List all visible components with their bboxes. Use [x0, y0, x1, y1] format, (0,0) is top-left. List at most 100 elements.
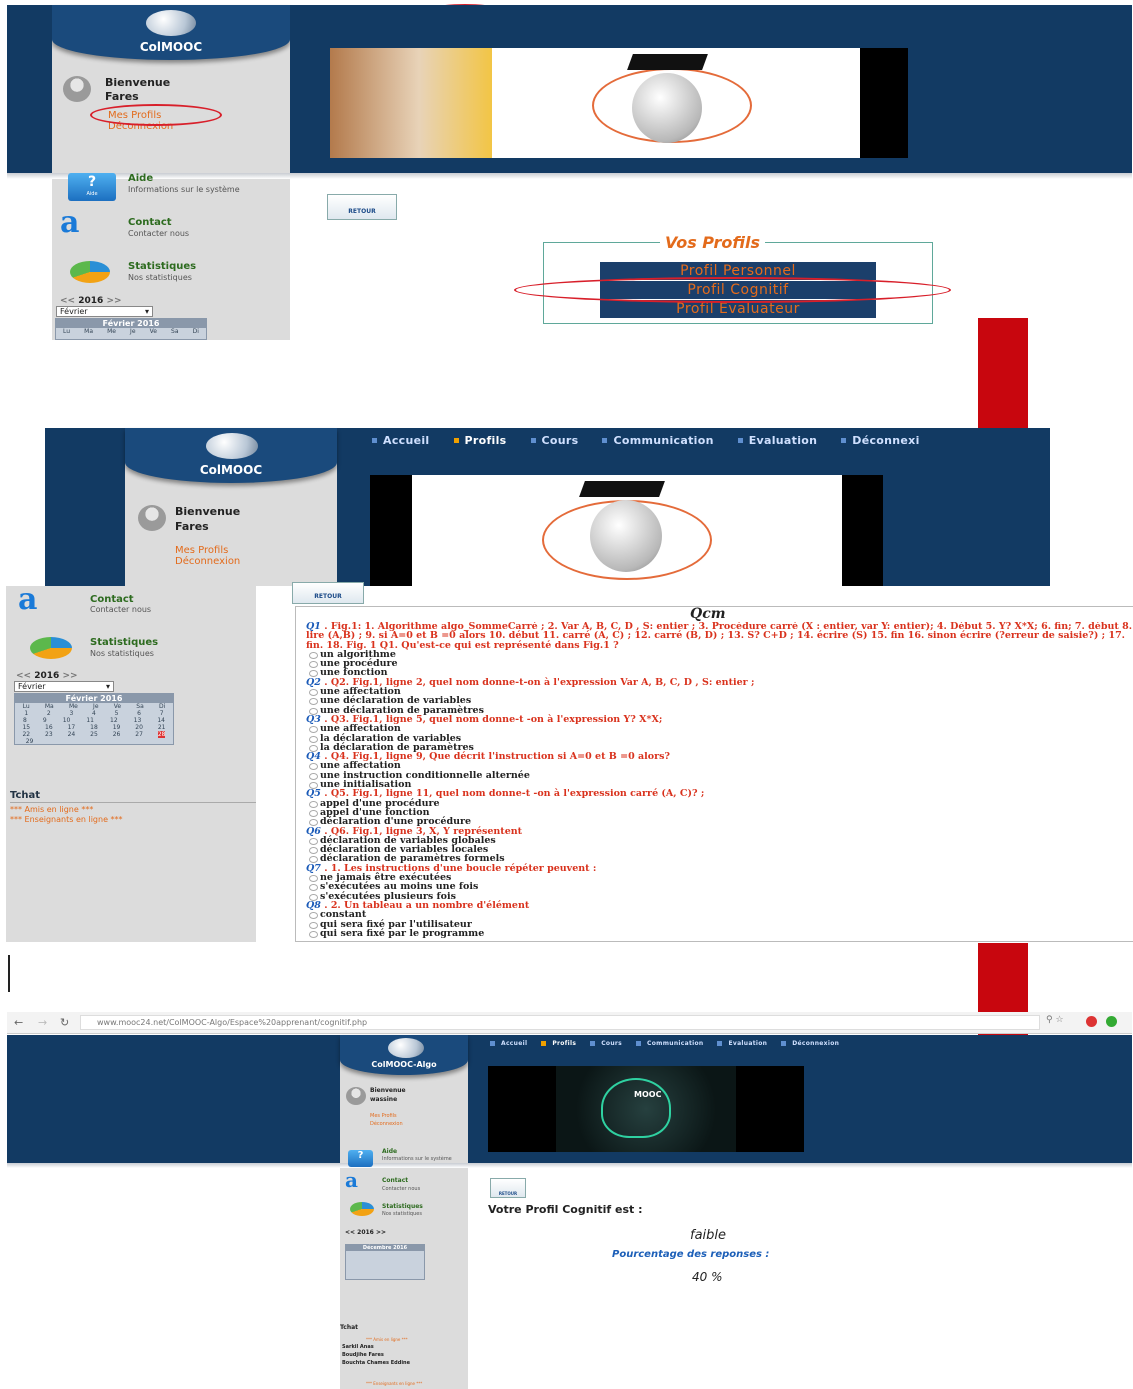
highlight-oval-mes-profils [90, 104, 222, 126]
mooc-label: MOOC [634, 1090, 662, 1099]
banner-shadow-3 [7, 1163, 1132, 1168]
calendar-2[interactable]: Février 2016 Lu Ma Me Je Ve Sa Di 1234567 8 9 10… [14, 693, 174, 745]
help-icon-3[interactable]: ? [348, 1150, 373, 1167]
nav-item-cours[interactable]: Cours [590, 1040, 622, 1047]
search-zoom-icon[interactable]: ⚲ ☆ [1046, 1015, 1064, 1025]
back-icon[interactable]: ← [14, 1016, 23, 1029]
extension-icon-2[interactable] [1106, 1016, 1117, 1027]
qcm-answer-option[interactable]: une instruction conditionnelle alternée [306, 770, 1132, 780]
contact-title-3[interactable]: Contact [382, 1177, 408, 1184]
nav-item-profils[interactable]: Profils [541, 1040, 576, 1047]
help-icon[interactable]: ? Aide [68, 173, 116, 201]
month-select-2[interactable]: Février ▾ [14, 681, 114, 692]
qcm-answer-option[interactable]: appel d'une procédure [306, 798, 1132, 808]
qcm-answer-option[interactable]: qui sera fixé par le programme [306, 928, 1132, 938]
amis-en-ligne-3[interactable]: *** Amis en ligne *** [366, 1337, 408, 1342]
pie-chart-icon-3[interactable] [350, 1202, 374, 1216]
calendar[interactable]: Février 2016 Lu Ma Me Je Ve Sa Di [55, 318, 207, 340]
aide-title-3[interactable]: Aide [382, 1148, 397, 1155]
retour-button-2[interactable]: RETOUR [292, 582, 364, 604]
month-select[interactable]: Février ▾ [56, 306, 153, 317]
contact-desc: Contacter nous [128, 229, 190, 238]
qcm-answer-option[interactable]: une fonction [306, 668, 1132, 678]
year-nav-3[interactable]: << 2016 >> [345, 1229, 386, 1236]
retour-button[interactable]: RETOUR [327, 194, 397, 220]
stats-title-2[interactable]: Statistiques [90, 637, 158, 648]
banner-image-2 [370, 475, 883, 586]
qcm-answer-option[interactable]: déclaration de paramètres formels [306, 854, 1132, 864]
mes-profils-link-3[interactable]: Mes Profils [370, 1113, 397, 1119]
contact-title[interactable]: Contact [128, 217, 172, 228]
qcm-answer-option[interactable]: la déclaration de paramètres [306, 742, 1132, 752]
qcm-title: Qcm [690, 606, 726, 622]
nav-bullet-icon [541, 1040, 547, 1046]
tchat-user-1[interactable]: Sarkil Anas [342, 1344, 374, 1350]
extension-icon-1[interactable] [1086, 1016, 1097, 1027]
qcm-answer-option[interactable]: un algorithme [306, 649, 1132, 659]
calendar-3[interactable]: Décembre 2016 [345, 1244, 425, 1280]
contact-icon-3[interactable]: a [345, 1170, 358, 1190]
nav-item-cours[interactable]: Cours [530, 434, 579, 447]
nav-item-dconnexion[interactable]: Déconnexion [781, 1040, 839, 1047]
nav-item-profils[interactable]: Profils [453, 434, 507, 447]
nav-item-accueil[interactable]: Accueil [490, 1040, 527, 1047]
enseignants-en-ligne-3[interactable]: *** Enseignants en ligne *** [366, 1381, 422, 1386]
qcm-answer-option[interactable]: s'exécutées plusieurs fois [306, 891, 1132, 901]
qcm-list: Q1 . Fig.1: 1. Algorithme algo_SommeCarr… [306, 622, 1132, 942]
qcm-answer-option[interactable]: une initialisation [306, 780, 1132, 789]
stats-desc-2: Nos statistiques [90, 649, 154, 658]
enseignants-en-ligne[interactable]: *** Enseignants en ligne *** [10, 815, 123, 824]
pie-chart-icon-2[interactable] [30, 637, 72, 659]
result-level: faible [690, 1228, 727, 1243]
qcm-question: Q1 . Fig.1: 1. Algorithme algo_SommeCarr… [306, 622, 1132, 651]
nav-item-accueil[interactable]: Accueil [372, 434, 430, 447]
banner-left [7, 5, 52, 173]
stats-title[interactable]: Statistiques [128, 261, 196, 272]
stats-desc-3: Nos statistiques [382, 1211, 422, 1217]
globe-icon-2 [206, 433, 258, 459]
qcm-answer-option[interactable]: une déclaration de paramètres [306, 705, 1132, 715]
avatar-3 [346, 1087, 366, 1105]
nav-bullet-icon [781, 1040, 787, 1046]
username-2: Fares [175, 520, 209, 533]
banner-image [330, 48, 908, 158]
nav-item-communication[interactable]: Communication [602, 434, 713, 447]
year-nav[interactable]: << 2016 >> [60, 296, 122, 306]
qcm-question: Q3 . Q3. Fig.1, ligne 5, quel nom donne-… [306, 713, 663, 725]
forward-icon[interactable]: → [38, 1016, 47, 1029]
tchat-user-3[interactable]: Bouchta Chames Eddine [342, 1360, 410, 1366]
nav-bullet-icon [841, 437, 847, 443]
mes-profils-link-2[interactable]: Mes Profils [175, 545, 228, 556]
nav-item-communication[interactable]: Communication [636, 1040, 703, 1047]
nav-bullet-icon [737, 437, 743, 443]
nav-bullet-icon [490, 1040, 495, 1046]
contact-title-2[interactable]: Contact [90, 594, 134, 605]
deconnexion-link-2[interactable]: Déconnexion [175, 556, 240, 567]
globe-icon-3 [388, 1038, 424, 1058]
tchat-user-2[interactable]: Boudjihe Fares [342, 1352, 384, 1358]
pie-chart-icon[interactable] [70, 261, 110, 283]
contact-icon[interactable]: a [60, 208, 79, 238]
url-bar[interactable]: www.mooc24.net/ColMOOC-Algo/Espace%20app… [80, 1015, 1040, 1030]
retour-button-3[interactable]: RETOUR [490, 1178, 526, 1198]
contact-icon-2[interactable]: a [18, 585, 37, 615]
nav-item-evaluation[interactable]: Evaluation [717, 1040, 767, 1047]
qcm-question: Q4 . Q4. Fig.1, ligne 9, Que décrit l'in… [306, 751, 671, 763]
nav-item-evaluation[interactable]: Evaluation [737, 434, 818, 447]
reload-icon[interactable]: ↻ [60, 1016, 69, 1029]
stats-desc: Nos statistiques [128, 273, 192, 282]
qcm-answer-option[interactable]: une procédure [306, 659, 1132, 669]
nav-item-dconnexi[interactable]: Déconnexi [841, 434, 919, 447]
aide-title[interactable]: Aide [128, 173, 153, 184]
year-nav-2[interactable]: << 2016 >> [16, 671, 78, 681]
tchat-title: Tchat [10, 790, 41, 801]
stats-title-3[interactable]: Statistiques [382, 1203, 423, 1210]
nav-bullet-icon [453, 437, 459, 443]
qcm-answer-option[interactable]: déclaration d'une procédure [306, 817, 1132, 827]
result-heading: Votre Profil Cognitif est : [488, 1203, 643, 1216]
amis-en-ligne[interactable]: *** Amis en ligne *** [10, 805, 93, 814]
highlight-oval-cognitif [514, 277, 951, 303]
deconnexion-link-3[interactable]: Déconnexion [370, 1121, 403, 1127]
banner-shadow [7, 173, 1132, 179]
tchat-divider [10, 802, 256, 803]
